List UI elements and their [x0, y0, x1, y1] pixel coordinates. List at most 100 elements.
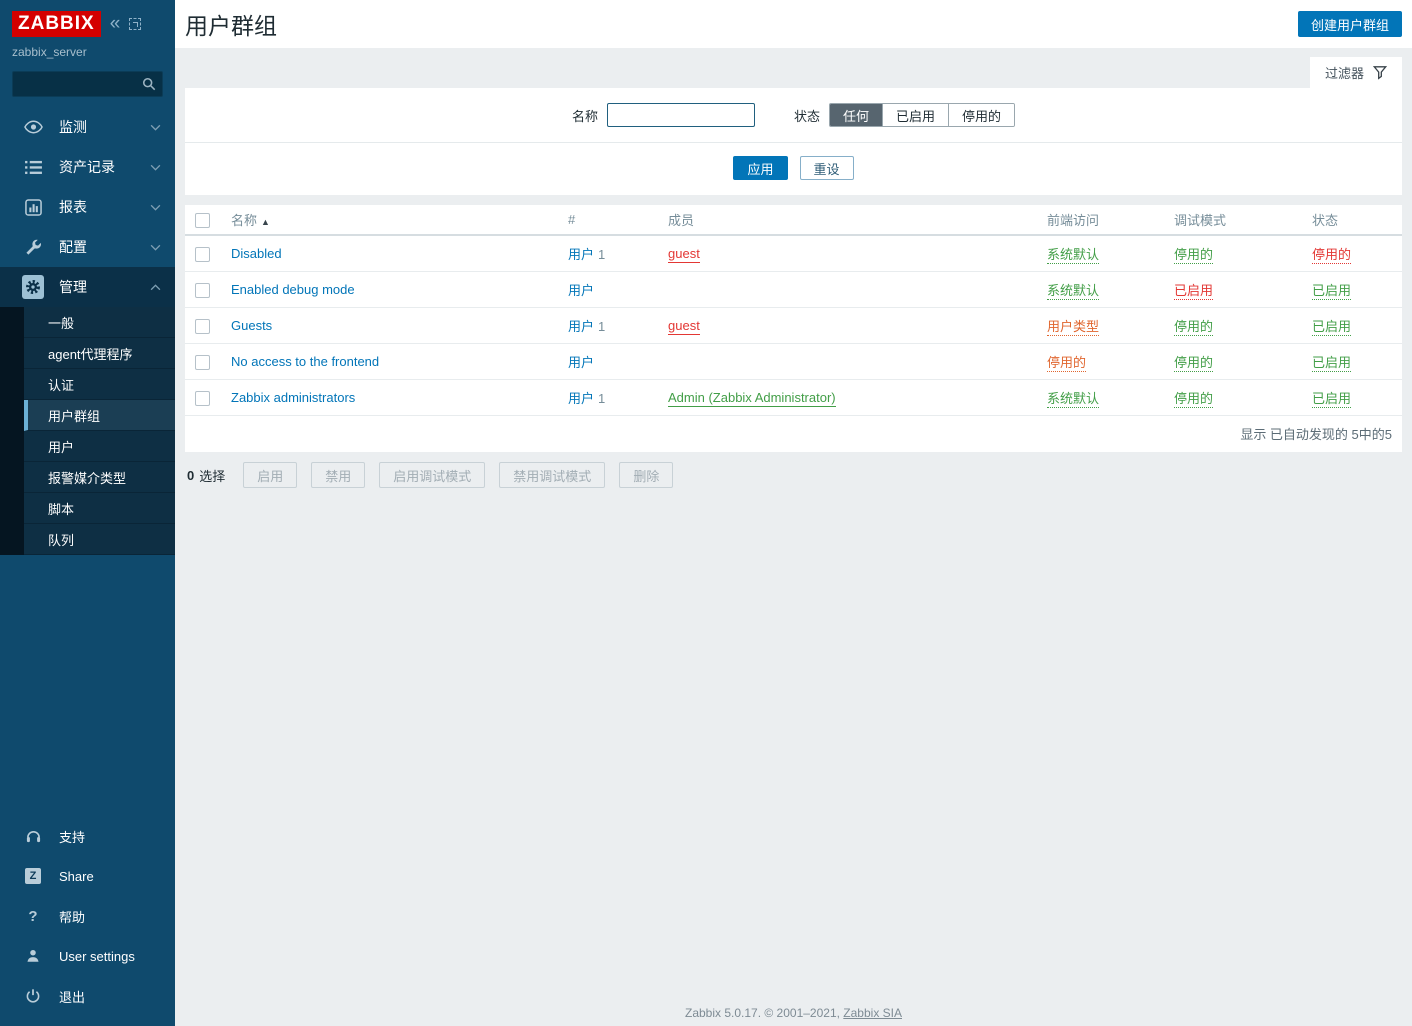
group-name-link[interactable]: Enabled debug mode: [231, 282, 355, 297]
bulk-action-button[interactable]: 启用: [243, 462, 297, 488]
filter-name-input[interactable]: [607, 103, 755, 127]
status-link[interactable]: 停用的: [1312, 247, 1351, 264]
frontend-access-link[interactable]: 系统默认: [1047, 247, 1099, 264]
debug-mode-link[interactable]: 已启用: [1174, 283, 1213, 300]
group-name-link[interactable]: Guests: [231, 318, 272, 333]
sidebar-footer-item-share[interactable]: ZShare: [0, 856, 175, 896]
submenu-item[interactable]: 队列: [24, 524, 175, 555]
users-link[interactable]: 用户: [568, 391, 594, 406]
zabbix-sia-link[interactable]: Zabbix SIA: [843, 1006, 902, 1020]
user-count-cell: 用户: [558, 272, 658, 308]
sidebar-footer-item-headset[interactable]: 支持: [0, 816, 175, 856]
status-cell: 已启用: [1302, 380, 1402, 416]
row-checkbox[interactable]: [195, 283, 210, 298]
submenu-item[interactable]: 脚本: [24, 493, 175, 524]
sidebar-footer-item-user[interactable]: User settings: [0, 936, 175, 976]
status-link[interactable]: 已启用: [1312, 355, 1351, 372]
status-option[interactable]: 停用的: [948, 104, 1014, 126]
sidebar-item-eye[interactable]: 监测: [0, 107, 175, 147]
member-link[interactable]: guest: [668, 318, 700, 335]
group-name-link[interactable]: No access to the frontend: [231, 354, 379, 369]
bulk-action-button[interactable]: 启用调试模式: [379, 462, 485, 488]
sidebar-collapse-icon[interactable]: «: [110, 17, 121, 31]
sidebar-item-gear[interactable]: 管理: [0, 267, 175, 307]
user-count-cell: 用户1: [558, 308, 658, 344]
action-row: 0 选择 启用禁用启用调试模式禁用调试模式删除: [185, 462, 1402, 488]
search-input[interactable]: [12, 71, 163, 97]
bulk-action-button[interactable]: 禁用: [311, 462, 365, 488]
frontend-access-link[interactable]: 停用的: [1047, 355, 1086, 372]
fullscreen-icon[interactable]: [129, 18, 141, 30]
frontend-access-link[interactable]: 用户类型: [1047, 319, 1099, 336]
sidebar-footer-item-label: 退出: [59, 987, 161, 1006]
submenu-item[interactable]: 用户群组: [24, 400, 175, 431]
status-option[interactable]: 任何: [830, 104, 882, 126]
frontend-access-cell: 系统默认: [1037, 380, 1164, 416]
filter-tab[interactable]: 过滤器: [1310, 57, 1402, 88]
sidebar-footer-item-power[interactable]: 退出: [0, 976, 175, 1016]
users-link[interactable]: 用户: [568, 247, 594, 262]
create-user-group-button[interactable]: 创建用户群组: [1298, 11, 1402, 37]
bulk-action-button[interactable]: 禁用调试模式: [499, 462, 605, 488]
search-icon[interactable]: [142, 77, 156, 96]
submenu-item[interactable]: 用户: [24, 431, 175, 462]
row-checkbox[interactable]: [195, 391, 210, 406]
member-link[interactable]: guest: [668, 246, 700, 263]
apply-button[interactable]: 应用: [733, 156, 787, 180]
group-name-cell: Disabled: [221, 235, 558, 272]
status-option[interactable]: 已启用: [882, 104, 948, 126]
row-checkbox[interactable]: [195, 319, 210, 334]
row-checkbox[interactable]: [195, 355, 210, 370]
status-link[interactable]: 已启用: [1312, 283, 1351, 300]
debug-mode-cell: 停用的: [1164, 235, 1302, 272]
frontend-access-link[interactable]: 系统默认: [1047, 283, 1099, 300]
status-link[interactable]: 已启用: [1312, 319, 1351, 336]
user-count-cell: 用户1: [558, 235, 658, 272]
sidebar-footer-item-help[interactable]: ?帮助: [0, 896, 175, 936]
sidebar-item-list[interactable]: 资产记录: [0, 147, 175, 187]
sidebar-footer-nav: 支持ZShare?帮助User settings 退出: [0, 816, 175, 1026]
users-link[interactable]: 用户: [568, 283, 594, 298]
group-name-cell: No access to the frontend: [221, 344, 558, 380]
column-header[interactable]: 名称▲: [221, 205, 558, 235]
member-link[interactable]: Admin (Zabbix Administrator): [668, 390, 836, 407]
debug-mode-link[interactable]: 停用的: [1174, 247, 1213, 264]
row-checkbox-cell: [185, 380, 221, 416]
debug-mode-link[interactable]: 停用的: [1174, 355, 1213, 372]
column-header: #: [558, 205, 658, 235]
filter-buttons: 应用 重设: [185, 156, 1402, 180]
debug-mode-link[interactable]: 停用的: [1174, 391, 1213, 408]
column-header: 前端访问: [1037, 205, 1164, 235]
sidebar-item-chart[interactable]: 报表: [0, 187, 175, 227]
submenu-item[interactable]: 一般: [24, 307, 175, 338]
users-link[interactable]: 用户: [568, 355, 594, 370]
members-cell: guest: [658, 235, 1037, 272]
row-checkbox-cell: [185, 344, 221, 380]
bulk-action-button[interactable]: 删除: [619, 462, 673, 488]
sidebar-item-label: 报表: [59, 197, 135, 217]
submenu-item[interactable]: 认证: [24, 369, 175, 400]
debug-mode-link[interactable]: 停用的: [1174, 319, 1213, 336]
submenu-item[interactable]: agent代理程序: [24, 338, 175, 369]
user-groups-table-panel: 名称▲#成员前端访问调试模式状态 Disabled用户1guest系统默认停用的…: [185, 205, 1402, 452]
members-cell: guest: [658, 308, 1037, 344]
filter-name-label: 名称: [572, 106, 598, 125]
user-count: 1: [598, 391, 605, 406]
reset-button[interactable]: 重设: [800, 156, 854, 180]
zabbix-logo[interactable]: ZABBIX: [12, 11, 101, 37]
filter-funnel-icon: [1373, 65, 1387, 80]
group-name-link[interactable]: Disabled: [231, 246, 282, 261]
group-name-link[interactable]: Zabbix administrators: [231, 390, 355, 405]
members-cell: Admin (Zabbix Administrator): [658, 380, 1037, 416]
debug-mode-cell: 停用的: [1164, 380, 1302, 416]
frontend-access-link[interactable]: 系统默认: [1047, 391, 1099, 408]
submenu-item[interactable]: 报警媒介类型: [24, 462, 175, 493]
sidebar-item-wrench[interactable]: 配置: [0, 227, 175, 267]
row-checkbox[interactable]: [195, 247, 210, 262]
sidebar-item-label: 配置: [59, 237, 135, 257]
select-all-checkbox[interactable]: [195, 213, 210, 228]
status-cell: 已启用: [1302, 344, 1402, 380]
status-link[interactable]: 已启用: [1312, 391, 1351, 408]
users-link[interactable]: 用户: [568, 319, 594, 334]
help-icon: ?: [22, 908, 44, 925]
